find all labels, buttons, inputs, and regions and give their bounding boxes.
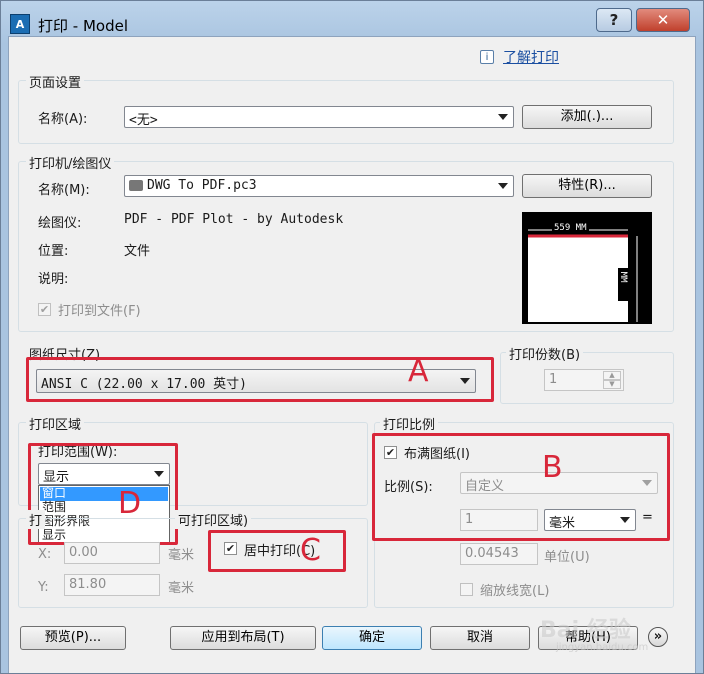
annotation-box-c — [208, 530, 346, 572]
annotation-box-b — [372, 433, 670, 541]
copies-label: 打印份数(B) — [506, 344, 584, 363]
offset-x-value: 0.00 — [69, 545, 98, 560]
plot-offset-label-end: 可打印区域) — [175, 510, 252, 529]
location-value: 文件 — [124, 244, 151, 259]
plotter-icon — [129, 180, 143, 191]
close-icon[interactable]: ✕ — [636, 8, 690, 32]
autocad-app-icon: A — [10, 14, 30, 34]
learn-about-plotting-link[interactable]: 了解打印 — [503, 47, 559, 67]
offset-y-value: 81.80 — [69, 577, 107, 592]
paper-preview: 559 MM 432 MM — [522, 212, 652, 324]
annotation-label-b: B — [542, 450, 563, 485]
printer-name-combo[interactable]: DWG To PDF.pc3 — [124, 175, 514, 197]
printer-name-value: DWG To PDF.pc3 — [147, 178, 257, 193]
add-page-setup-button[interactable]: 添加(.)... — [522, 105, 652, 129]
page-setup-name-combo[interactable]: <无> — [124, 106, 514, 128]
offset-y-field[interactable]: 81.80 — [64, 574, 160, 596]
scale-units-label: 单位(U) — [544, 550, 590, 565]
annotation-label-c: C — [300, 533, 321, 568]
annotation-label-d: D — [118, 486, 142, 521]
offset-x-field[interactable]: 0.00 — [64, 542, 160, 564]
plot-offset-label-start: 打 — [26, 510, 46, 529]
help-caption-button[interactable]: ? — [596, 8, 632, 32]
scale-lineweights-label: 缩放线宽(L) — [480, 584, 550, 599]
chevron-down-icon — [498, 114, 508, 120]
offset-x-label: X: — [38, 547, 52, 562]
spin-down-icon[interactable]: ▼ — [603, 380, 621, 389]
copies-value: 1 — [549, 372, 558, 387]
preview-width-label: 559 MM — [552, 223, 589, 233]
page-setup-label: 页面设置 — [26, 72, 85, 91]
page-setup-name-label: 名称(A): — [38, 112, 88, 127]
offset-y-label: Y: — [38, 580, 49, 595]
window-border-right — [696, 44, 704, 674]
baidu-watermark: Bai 经验 — [540, 618, 631, 643]
plot-to-file-label: 打印到文件(F) — [58, 304, 141, 319]
apply-to-layout-button[interactable]: 应用到布局(T) — [170, 626, 316, 650]
plotter-value: PDF - PDF Plot - by Autodesk — [124, 212, 344, 227]
offset-y-unit: 毫米 — [168, 581, 195, 596]
annotation-label-a: A — [408, 354, 429, 389]
plot-to-file-checkbox[interactable]: ✔ — [38, 303, 51, 316]
description-label: 说明: — [38, 272, 69, 287]
printer-properties-button[interactable]: 特性(R)... — [522, 174, 652, 198]
plot-scale-label: 打印比例 — [380, 414, 439, 433]
window-title: 打印 - Model — [38, 17, 128, 35]
chevron-down-icon — [498, 183, 508, 189]
cancel-button[interactable]: 取消 — [430, 626, 530, 650]
info-icon: i — [480, 50, 494, 64]
location-label: 位置: — [38, 244, 69, 259]
scale-denominator-value: 0.04543 — [465, 546, 519, 561]
plotter-label: 绘图仪: — [38, 216, 82, 231]
window-border-left — [0, 44, 8, 674]
baidu-watermark-url: jingyan.baidu.com — [556, 642, 649, 653]
spin-up-icon[interactable]: ▲ — [603, 371, 621, 380]
scale-denominator-field[interactable]: 0.04543 — [460, 543, 538, 565]
expand-options-button[interactable]: » — [648, 627, 668, 647]
preview-button[interactable]: 预览(P)... — [20, 626, 126, 650]
printer-name-label: 名称(M): — [38, 183, 90, 198]
plot-area-label: 打印区域 — [26, 414, 85, 433]
preview-height-label: 432 MM — [618, 250, 628, 301]
scale-lineweights-checkbox[interactable] — [460, 583, 473, 596]
page-setup-name-value: <无> — [129, 113, 158, 128]
offset-x-unit: 毫米 — [168, 548, 195, 563]
copies-spinner[interactable]: 1 ▲ ▼ — [544, 369, 624, 391]
ok-button[interactable]: 确定 — [322, 626, 422, 650]
printer-plotter-label: 打印机/绘图仪 — [26, 153, 115, 172]
